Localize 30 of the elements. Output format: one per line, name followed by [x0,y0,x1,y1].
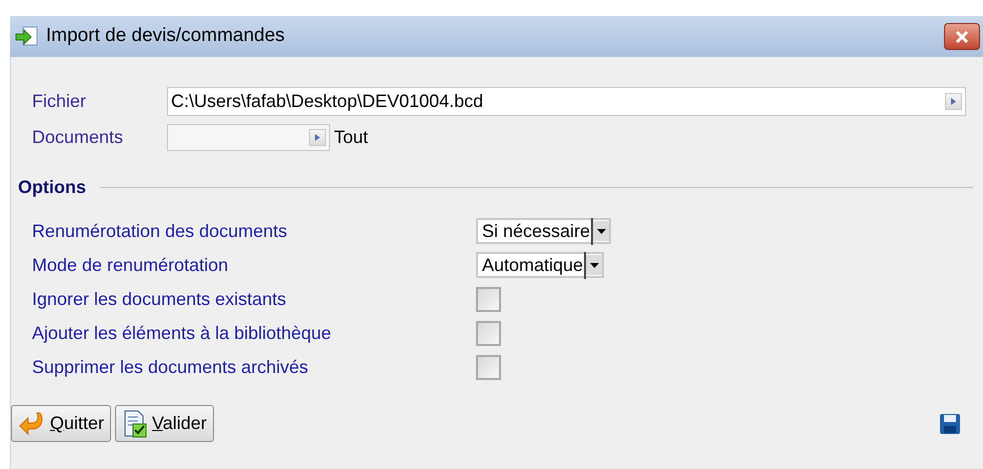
option-label: Mode de renumérotation [32,254,230,276]
checkbox[interactable] [476,354,501,380]
input-field[interactable]: C:\Users\fafab\Desktop\DEV01004.bcd [167,87,966,116]
field-suffix: Tout [334,126,368,149]
field-label: Documents [32,126,124,149]
quit-button[interactable]: Quitter [11,405,112,442]
option-label: Ajouter les éléments à la bibliothèque [32,322,332,345]
document-check-icon [122,410,148,438]
input-field[interactable] [167,124,330,151]
option-label: Ignorer les documents existants [32,288,288,311]
close-button[interactable] [944,23,980,50]
field-label: Fichier [32,90,88,113]
expand-button[interactable] [945,93,962,110]
save-icon[interactable] [939,412,961,434]
section-title: Options [18,176,86,199]
option-label: Supprimer les documents archivés [32,356,310,379]
caret-icon [596,228,606,234]
option-label: Renumérotation des documents [32,220,288,242]
validate-button[interactable]: Valider [115,405,214,442]
dropdown[interactable]: Automatique [476,252,604,278]
import-arrow-icon [14,24,40,48]
caret-icon [951,98,956,105]
expand-button[interactable] [309,129,326,146]
dropdown[interactable]: Si nécessaire [476,218,612,244]
window-title: Import de devis/commandes [46,24,285,48]
close-icon [955,30,969,42]
checkbox[interactable] [476,320,501,346]
caret-icon [590,262,599,268]
caret-icon [315,134,320,141]
checkbox[interactable] [476,286,501,312]
